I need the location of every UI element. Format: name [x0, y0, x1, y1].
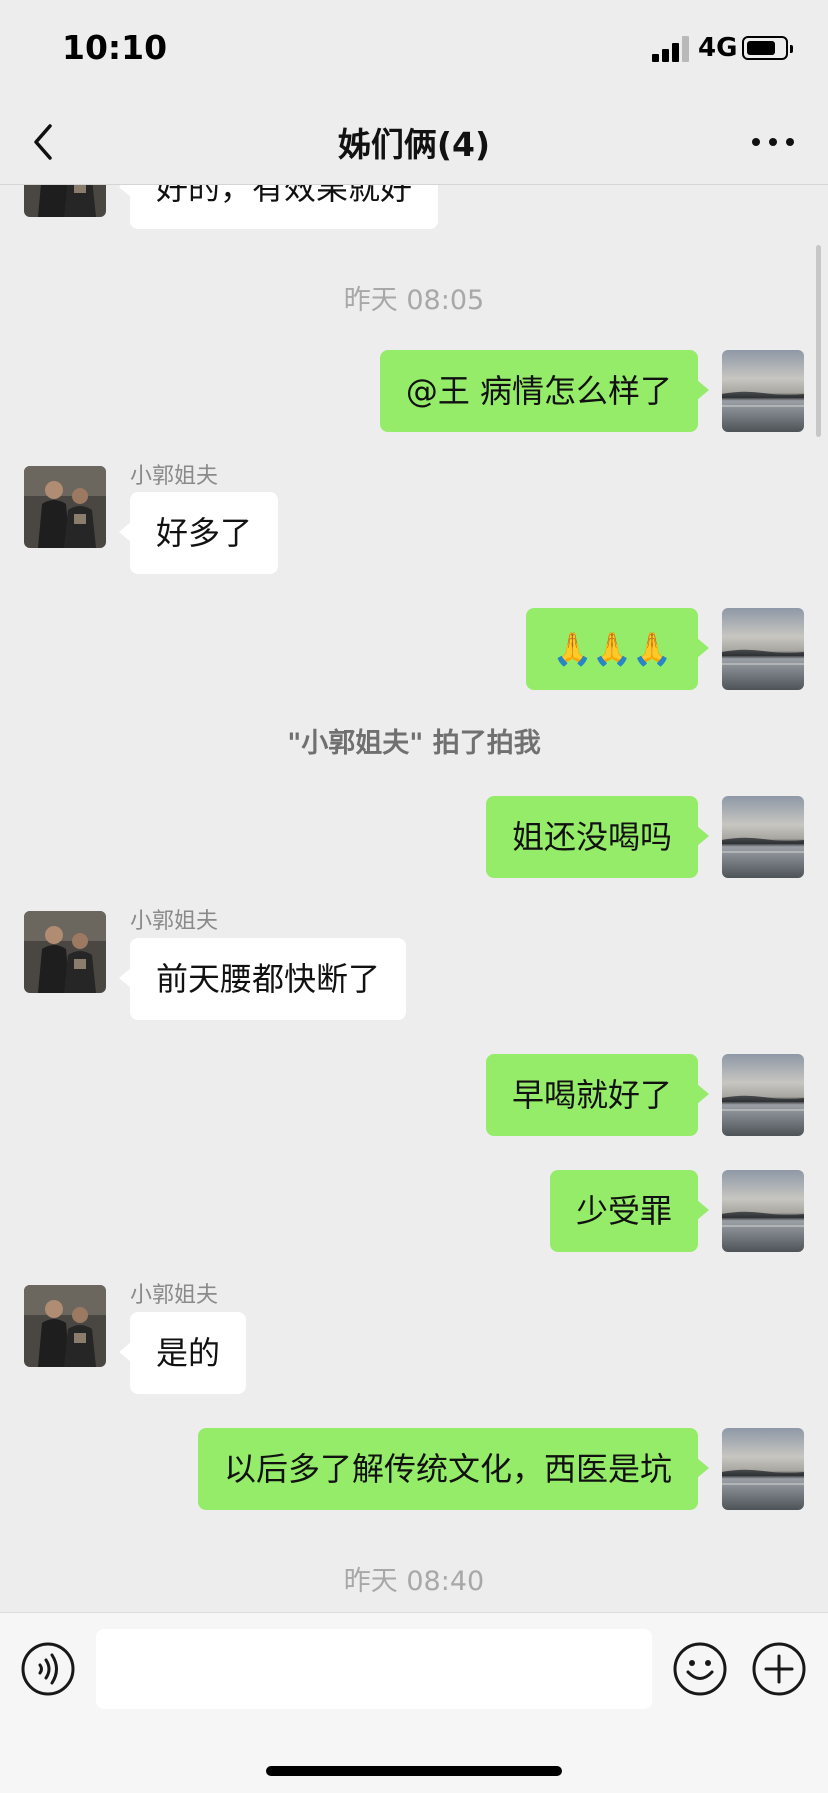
plus-icon [752, 1642, 806, 1696]
avatar[interactable] [24, 1285, 106, 1367]
self-photo [722, 1170, 804, 1252]
chat-title: 姊们俩(4) [337, 125, 491, 164]
avatar[interactable] [722, 796, 804, 878]
system-notice: "小郭姐夫" 拍了拍我 [287, 728, 541, 759]
sender-name: 小郭姐夫 [130, 909, 219, 934]
battery-icon [742, 36, 793, 60]
more-button[interactable] [748, 120, 798, 164]
avatar[interactable] [722, 1170, 804, 1252]
message-bubble-outgoing[interactable]: 以后多了解传统文化，西医是坑 [197, 1428, 710, 1510]
emoji-icon [673, 1642, 727, 1696]
self-photo [722, 1428, 804, 1510]
nav-bar: 姊们俩(4) [0, 100, 828, 185]
message-bubble-incoming[interactable]: 前天腰都快断了 [118, 938, 407, 1020]
contact-photo [24, 1285, 106, 1367]
avatar[interactable] [24, 466, 106, 548]
message-timestamp: 昨天 08:05 [343, 285, 485, 316]
contact-photo [24, 466, 106, 548]
message-bubble-outgoing[interactable]: 早喝就好了 [485, 1054, 710, 1136]
message-input[interactable] [96, 1629, 652, 1709]
signal-icon [652, 36, 690, 62]
avatar[interactable] [722, 1428, 804, 1510]
more-dots-icon [752, 138, 794, 146]
input-bar [0, 1612, 828, 1793]
message-bubble-incoming[interactable]: 好的，有效果就好 [118, 185, 439, 229]
status-time: 10:10 [62, 28, 168, 67]
network-label: 4G [698, 33, 738, 63]
contact-photo [24, 911, 106, 993]
scrollbar[interactable] [816, 245, 821, 437]
avatar[interactable] [24, 185, 106, 217]
message-bubble-outgoing[interactable]: 姐还没喝吗 [485, 796, 710, 878]
self-photo [722, 796, 804, 878]
message-bubble-incoming[interactable]: 好多了 [118, 492, 279, 574]
message-bubble-outgoing[interactable]: 少受罪 [549, 1170, 710, 1252]
self-photo [722, 608, 804, 690]
sender-name: 小郭姐夫 [130, 1283, 219, 1308]
contact-photo [24, 185, 106, 217]
message-bubble-incoming[interactable]: 是的 [118, 1312, 247, 1394]
message-bubble-outgoing[interactable]: 🙏🙏🙏 [526, 608, 709, 690]
message-timestamp: 昨天 08:40 [343, 1566, 485, 1597]
voice-icon [21, 1642, 75, 1696]
sender-name: 小郭姐夫 [130, 464, 219, 489]
more-actions-button[interactable] [751, 1641, 807, 1697]
message-bubble-outgoing[interactable]: @王 病情怎么样了 [379, 350, 710, 432]
status-bar: 10:10 4G [0, 0, 828, 100]
message-list[interactable]: 好的，有效果就好 昨天 08:05 @王 病情怎么样了 小郭姐夫 好多了 🙏🙏🙏… [0, 185, 828, 1611]
home-indicator [266, 1766, 562, 1776]
self-photo [722, 350, 804, 432]
voice-button[interactable] [20, 1641, 76, 1697]
self-photo [722, 1054, 804, 1136]
avatar[interactable] [24, 911, 106, 993]
avatar[interactable] [722, 1054, 804, 1136]
emoji-button[interactable] [672, 1641, 728, 1697]
avatar[interactable] [722, 350, 804, 432]
avatar[interactable] [722, 608, 804, 690]
